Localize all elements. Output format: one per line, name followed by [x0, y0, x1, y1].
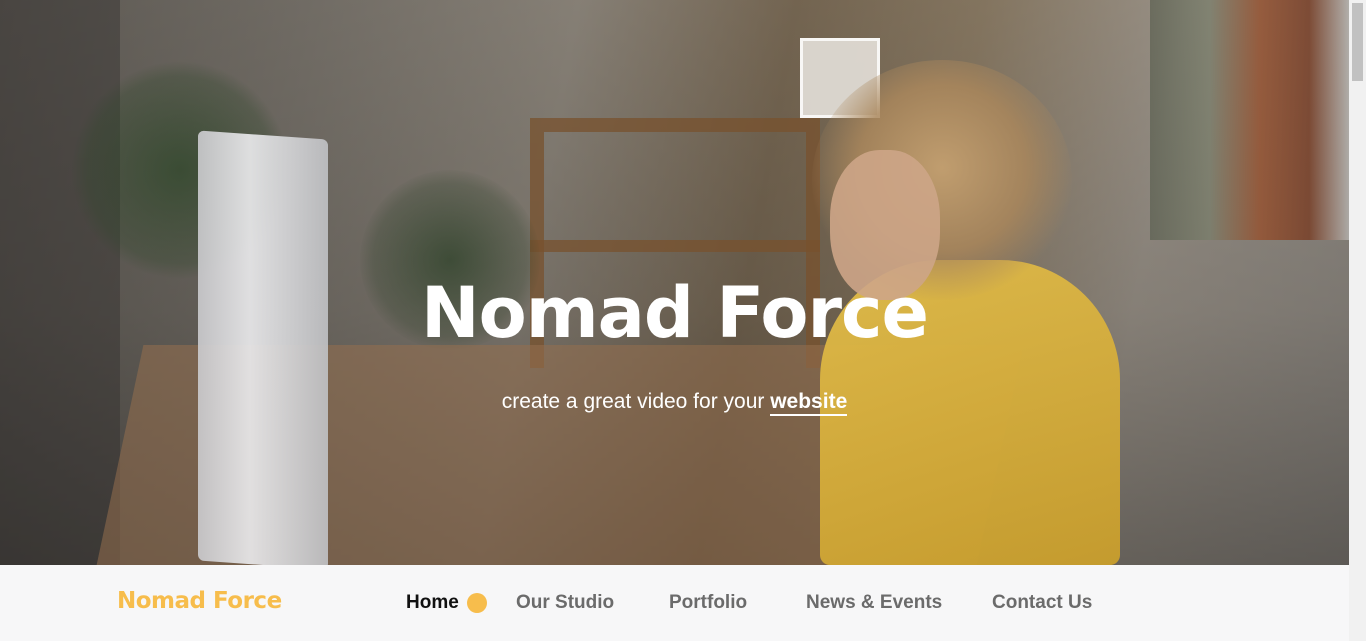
- hero-tagline-text: create a great video for your: [501, 390, 771, 413]
- brand-logo-link[interactable]: Nomad Force: [117, 588, 282, 614]
- nav-item-home[interactable]: Home: [406, 592, 459, 614]
- nav-item-our-studio[interactable]: Our Studio: [516, 592, 614, 614]
- hero-title: Nomad Force: [421, 272, 929, 354]
- scrollbar-thumb[interactable]: [1352, 3, 1363, 81]
- nav-item-portfolio[interactable]: Portfolio: [669, 592, 747, 614]
- hero-tagline: create a great video for your website: [0, 386, 1349, 418]
- hero-content: Nomad Force create a great video for you…: [0, 0, 1349, 565]
- main-navbar: Nomad Force Home Our Studio Portfolio Ne…: [0, 565, 1349, 641]
- active-indicator-dot: [467, 593, 487, 613]
- nav-item-contact-us[interactable]: Contact Us: [992, 592, 1092, 614]
- hero-section: Nomad Force create a great video for you…: [0, 0, 1349, 565]
- nav-item-news-events[interactable]: News & Events: [806, 592, 942, 614]
- page-scrollbar[interactable]: [1349, 0, 1366, 641]
- hero-tagline-emphasis: website: [770, 390, 848, 416]
